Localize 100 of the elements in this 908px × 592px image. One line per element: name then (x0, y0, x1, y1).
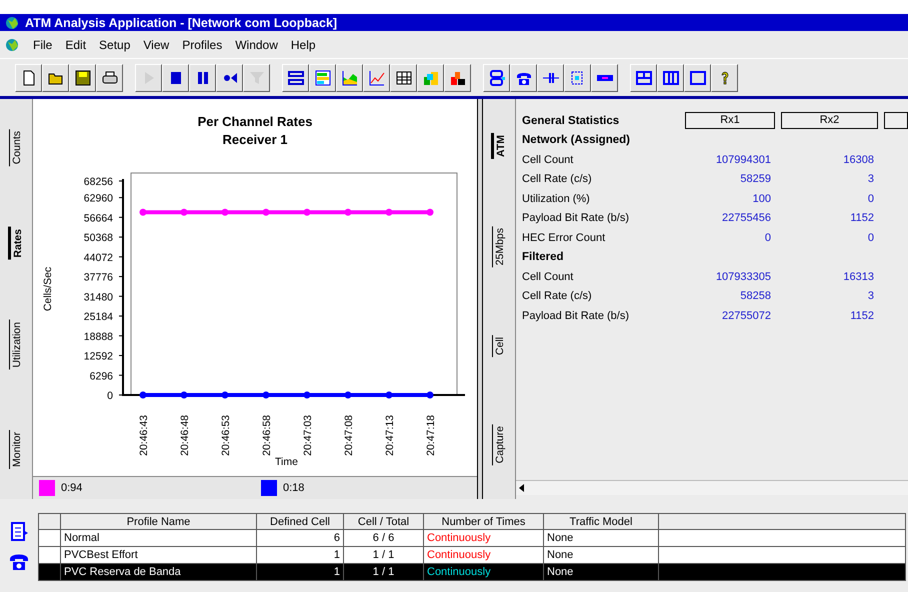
menu-item[interactable]: View (142, 38, 170, 52)
toolbar-button[interactable] (282, 64, 309, 92)
toolbar-button[interactable] (483, 64, 510, 92)
stat-value: 100 (752, 192, 772, 205)
axis-tick-label: 44072 (84, 252, 113, 264)
data-point (222, 208, 228, 216)
axis-tick-label: 12592 (84, 350, 113, 363)
toolbar-button[interactable] (657, 64, 684, 92)
toolbar-button[interactable] (15, 64, 42, 92)
toolbar-button[interactable] (69, 64, 96, 92)
toolbar-button[interactable] (309, 64, 336, 92)
side-tab[interactable]: ATM (490, 132, 508, 159)
column-header: Rx1 (685, 112, 775, 130)
data-point (386, 392, 392, 398)
chart-subtitle: Receiver 1 (222, 131, 288, 149)
toolbar-button[interactable] (510, 64, 537, 92)
stat-value: 22755456 (721, 212, 772, 224)
axis-tick-label: 20:47:08 (343, 415, 355, 456)
side-tab[interactable]: Capture (492, 424, 506, 466)
stat-value: 0 (866, 232, 875, 244)
axis-tick-label: 20:47:03 (302, 415, 314, 456)
table-row[interactable]: PVC Reserva de Banda 1 1 / 1 Continuously None (38, 564, 906, 580)
toolbar-button[interactable] (363, 64, 390, 92)
toolbar-button[interactable] (390, 64, 417, 92)
scroll-bar[interactable] (516, 480, 908, 495)
bar-list-icon (314, 68, 332, 86)
axis-tick-label: 68256 (84, 176, 113, 188)
column-header: Number of Times (424, 514, 544, 530)
side-tab[interactable]: Cell (492, 334, 506, 357)
columns-icon (662, 68, 680, 86)
stat-label: Cell Rate (c/s) (522, 290, 593, 302)
side-tab[interactable]: 25Mbps (492, 226, 506, 268)
data-point (304, 392, 310, 398)
toolbar-button[interactable] (630, 64, 657, 92)
table-cell: Continuously (424, 530, 544, 546)
data-point (180, 208, 188, 216)
toolbar-button[interactable] (42, 64, 69, 92)
stat-label: Payload Bit Rate (b/s) (522, 310, 630, 322)
section-title: General Statistics (522, 114, 620, 127)
app-icon (5, 14, 21, 30)
data-point (140, 392, 146, 398)
chart-title: Per Channel Rates (198, 113, 312, 131)
column-header: Defined Cell (256, 514, 344, 530)
table-cell: 6 / 6 (344, 530, 424, 546)
menu-item[interactable]: Window (234, 38, 279, 52)
data-point (262, 208, 270, 216)
menu-item[interactable]: Profiles (181, 38, 224, 52)
dash-icon (596, 74, 614, 82)
stat-value: 1152 (849, 310, 875, 322)
toolbar-button[interactable] (564, 64, 591, 92)
stat-value: 1152 (849, 212, 875, 224)
table-cell: 6 (256, 530, 344, 546)
stat-label: Cell Count (522, 270, 574, 283)
axis-tick-label: 20:46:43 (138, 415, 150, 456)
stat-value: 107994301 (714, 154, 772, 166)
data-point (344, 392, 352, 398)
stat-value: 22755072 (721, 310, 772, 322)
menu-item[interactable]: Edit (64, 38, 88, 52)
toolbar-button[interactable] (216, 64, 243, 92)
split-view-icon (634, 68, 652, 86)
stat-label: Payload Bit Rate (b/s) (522, 212, 630, 224)
stat-value: 107933305 (714, 270, 772, 283)
axis-tick-label: 62960 (84, 192, 113, 205)
toolbar-button[interactable] (162, 64, 189, 92)
stat-value: 3 (866, 173, 875, 186)
toolbar-button[interactable] (336, 64, 363, 92)
axis-tick-label: 6296 (90, 370, 113, 382)
stat-value: 0 (866, 192, 875, 205)
data-point (304, 208, 310, 216)
toolbar-button[interactable] (537, 64, 564, 92)
table-cell: None (544, 564, 658, 580)
table-row[interactable]: Normal 6 6 / 6 Continuously None (38, 530, 906, 546)
data-point (262, 392, 270, 398)
data-point (140, 208, 146, 216)
stat-value: 0 (764, 232, 772, 244)
toolbar-button[interactable] (444, 64, 471, 92)
menu-item[interactable]: Help (290, 38, 317, 52)
side-tab[interactable]: Counts (8, 129, 24, 166)
axis-tick-label: 20:46:58 (261, 415, 273, 456)
axis-tick-label: 20:47:13 (384, 415, 396, 456)
side-tab[interactable]: Monitor (8, 430, 24, 469)
side-tab[interactable]: Utilization (8, 320, 24, 370)
menu-item[interactable]: File (32, 38, 54, 52)
printer-icon (100, 68, 118, 86)
stat-label: Cell Rate (c/s) (522, 173, 593, 186)
toolbar-button[interactable] (189, 64, 216, 92)
table-cell: Continuously (424, 564, 544, 580)
toolbar-button[interactable] (684, 64, 711, 92)
data-point (180, 392, 188, 398)
stat-value: 3 (866, 290, 875, 302)
toolbar-button[interactable] (96, 64, 123, 92)
toolbar-button[interactable] (591, 64, 618, 92)
toolbar-button[interactable] (417, 64, 444, 92)
toolbar-button[interactable] (711, 64, 738, 92)
menu-item[interactable]: Setup (98, 38, 132, 52)
stat-value: 16313 (842, 270, 875, 283)
side-tab[interactable]: Rates (8, 226, 24, 260)
stack-icon (488, 68, 506, 86)
axis-title: Cells/Sec (42, 266, 54, 312)
document-icon[interactable] (8, 521, 30, 543)
